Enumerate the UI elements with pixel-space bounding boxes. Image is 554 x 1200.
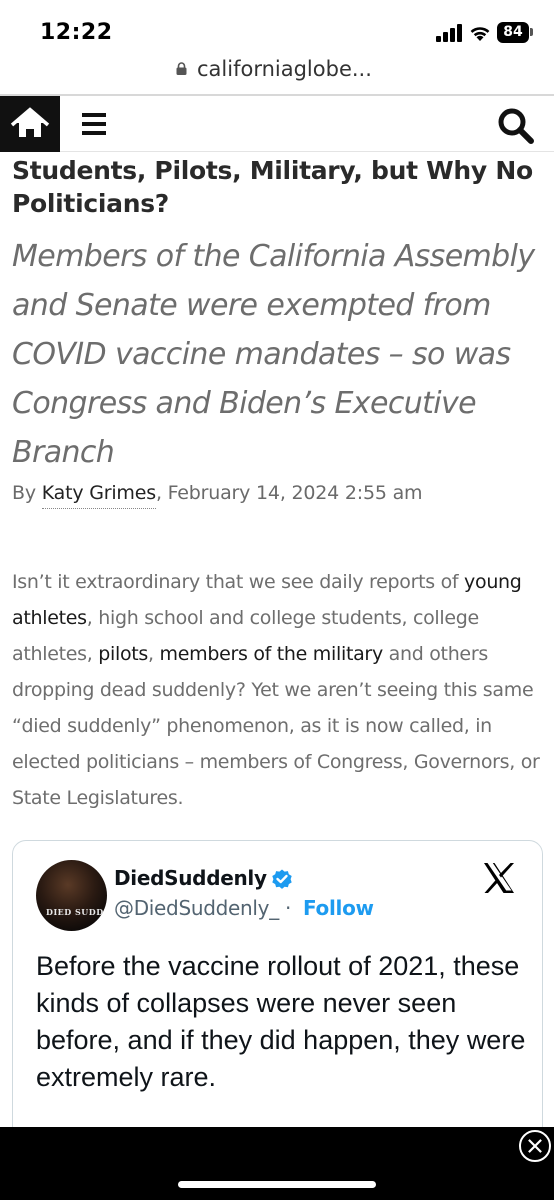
- search-icon[interactable]: [496, 106, 536, 146]
- hamburger-menu-button[interactable]: [80, 110, 110, 138]
- author-link[interactable]: Katy Grimes: [41, 482, 156, 509]
- follow-button[interactable]: Follow: [303, 896, 374, 920]
- byline-prefix: By: [12, 482, 42, 504]
- publish-date: , February 14, 2024 2:55 am: [155, 482, 423, 504]
- verified-badge-icon: [272, 869, 292, 889]
- ad-overlay-bar: [0, 1127, 554, 1200]
- close-circle-icon[interactable]: [519, 1130, 551, 1162]
- home-icon: [10, 107, 50, 137]
- status-time: 12:22: [40, 20, 113, 45]
- wifi-icon: [470, 27, 490, 41]
- handle-text: @DiedSuddenly_: [114, 896, 279, 920]
- avatar-caption: DIED SUDDENLY: [46, 907, 107, 917]
- article-subheadline: Members of the California Assembly and S…: [12, 239, 535, 470]
- article-byline: By Katy Grimes, February 14, 2024 2:55 a…: [12, 482, 423, 509]
- lock-icon: [176, 62, 187, 75]
- handle-separator: ·: [278, 896, 292, 920]
- home-button[interactable]: [0, 96, 60, 152]
- paragraph-text: Isn’t it extraordinary that we see daily…: [12, 571, 465, 593]
- battery-indicator: 84: [497, 22, 529, 43]
- tweet-handle[interactable]: @DiedSuddenly_ ·: [114, 896, 291, 920]
- article-paragraph: Isn’t it extraordinary that we see daily…: [12, 564, 544, 816]
- tweet-avatar[interactable]: DIED SUDDENLY: [36, 860, 107, 931]
- cellular-signal-icon: [436, 24, 462, 42]
- link-pilots[interactable]: pilots: [98, 643, 148, 665]
- paragraph-text: and others dropping dead suddenly? Yet w…: [12, 643, 540, 809]
- article-headline: Students, Pilots, Military, but Why No P…: [12, 156, 533, 218]
- battery-tip: [530, 28, 533, 36]
- link-members-of-military[interactable]: members of the military: [160, 643, 384, 665]
- paragraph-text: ,: [148, 643, 160, 665]
- url-text[interactable]: californiaglobe...: [197, 57, 372, 81]
- tweet-text: Before the vaccine rollout of 2021, thes…: [36, 951, 526, 1092]
- home-indicator[interactable]: [178, 1181, 376, 1188]
- tweet-display-name[interactable]: DiedSuddenly: [114, 866, 267, 890]
- x-logo-icon[interactable]: [482, 862, 516, 894]
